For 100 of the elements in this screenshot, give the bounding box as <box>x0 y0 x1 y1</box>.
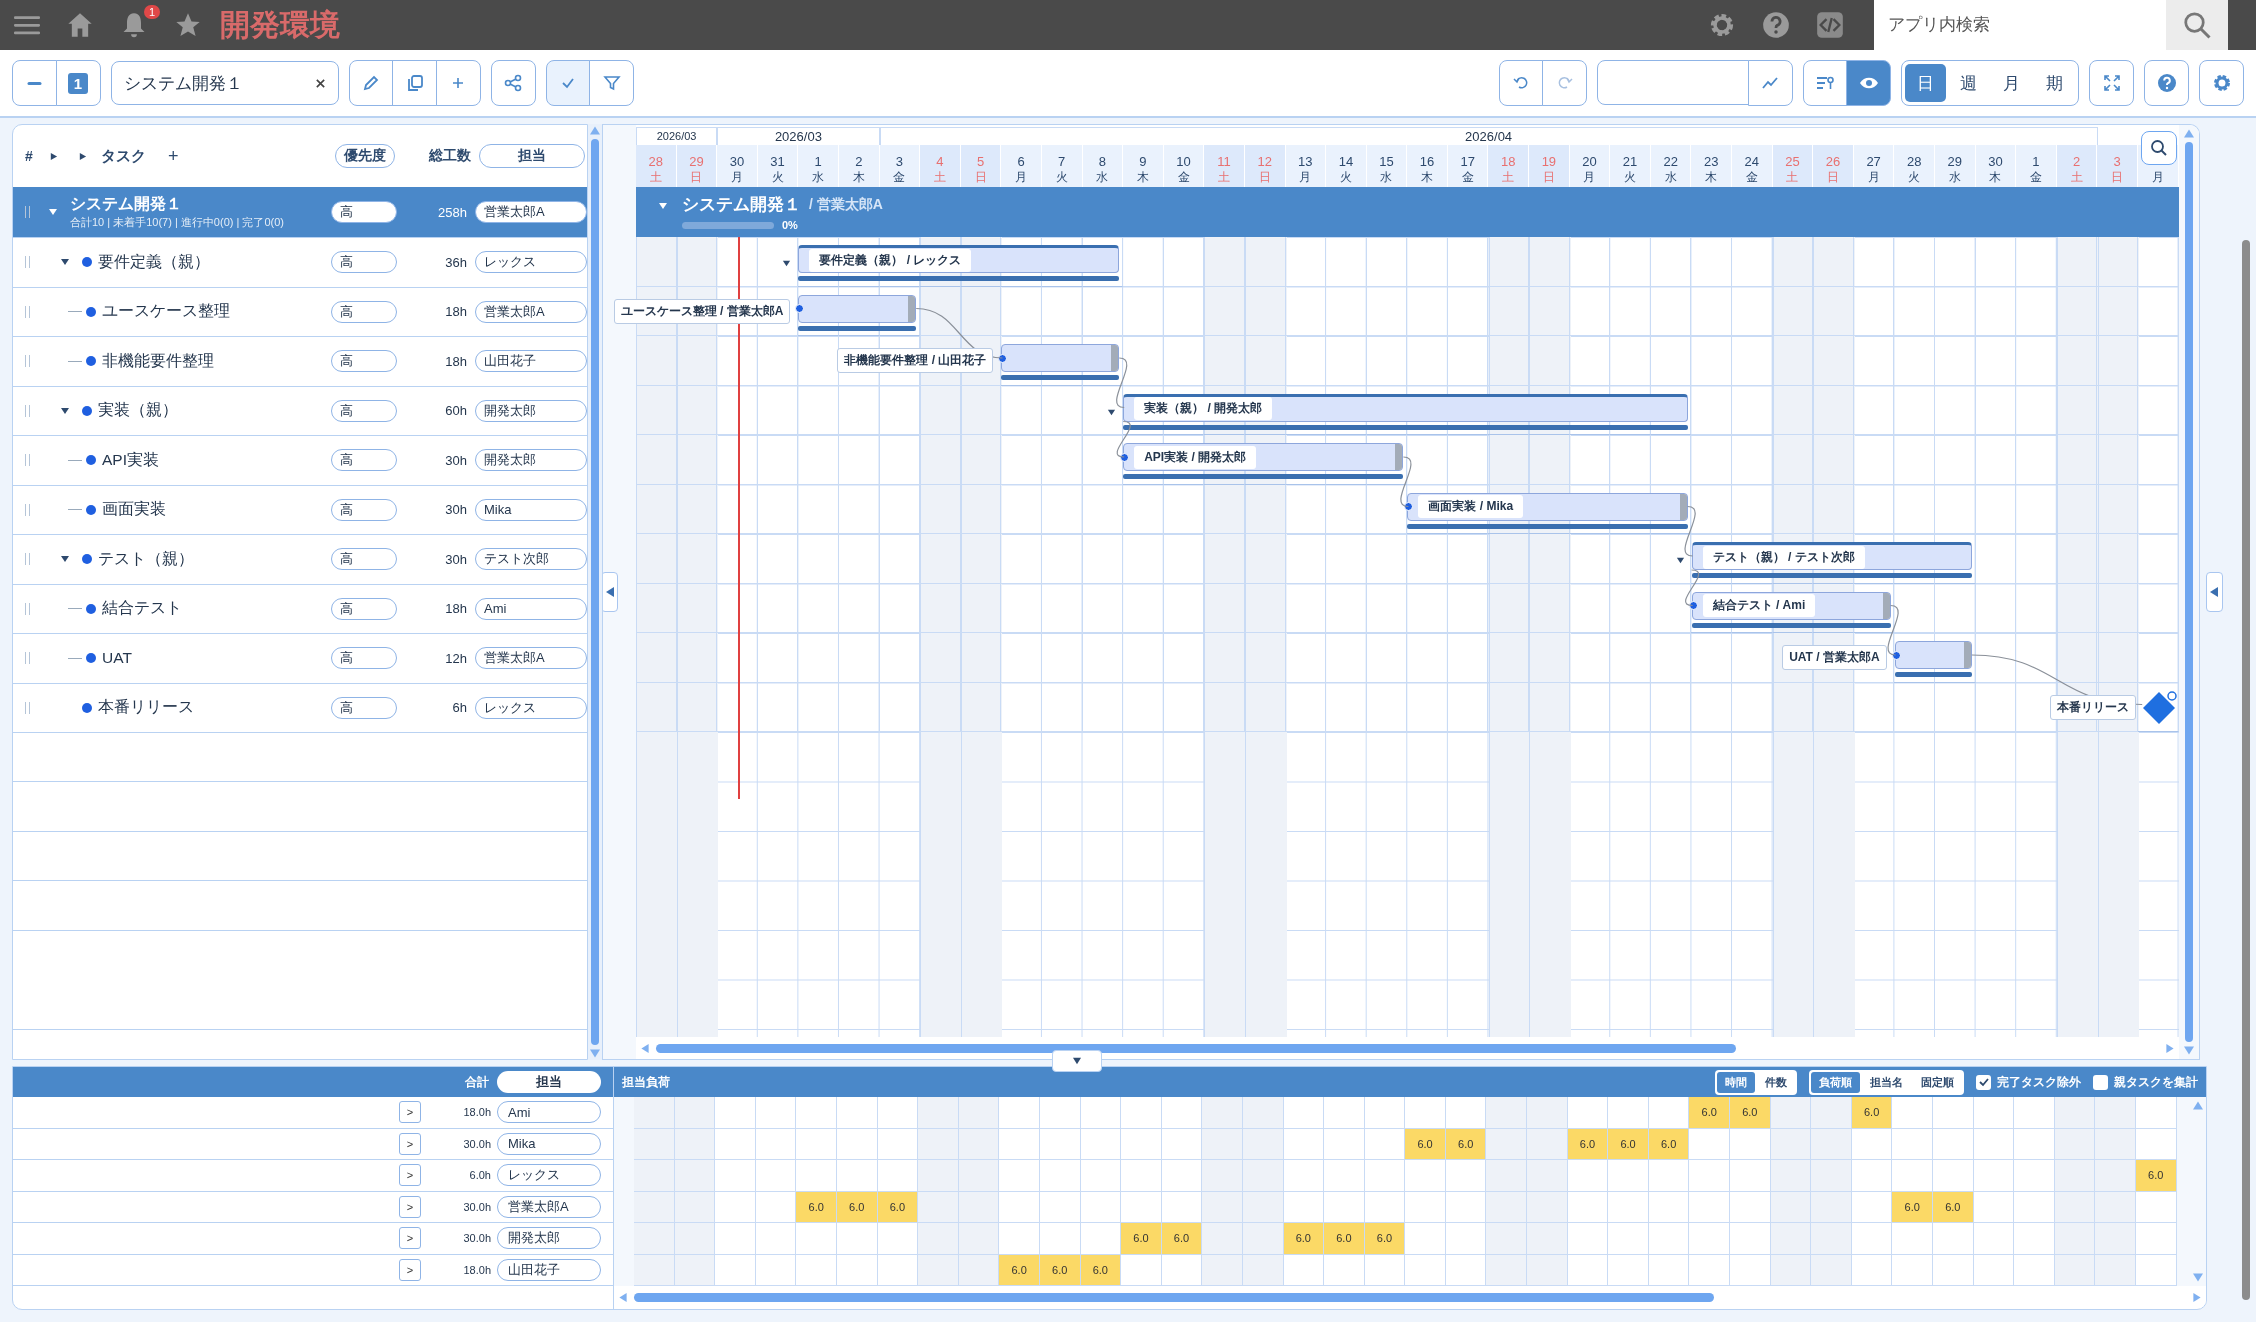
priority-pill[interactable]: 高 <box>331 251 397 274</box>
drag-handle[interactable] <box>25 553 30 566</box>
add-task-button[interactable]: + <box>168 145 179 167</box>
scroll-left-icon[interactable] <box>618 1292 628 1302</box>
assignee-pill[interactable]: Ami <box>475 597 587 620</box>
scroll-right-icon[interactable] <box>2192 1292 2202 1302</box>
split-toggle-button[interactable] <box>1052 1050 1102 1072</box>
settings-icon[interactable] <box>1708 11 1736 39</box>
task-bar[interactable]: 実装（親） / 開発太郎 <box>1123 393 1688 422</box>
collapse-icon[interactable] <box>1107 407 1117 417</box>
checkbox-label[interactable]: 親タスクを集計 <box>2114 1073 2198 1091</box>
link-handle[interactable] <box>795 304 805 313</box>
link-handle[interactable] <box>1891 650 1901 660</box>
task-bar[interactable] <box>798 294 917 323</box>
scrollbar[interactable] <box>2184 142 2193 1042</box>
drag-handle[interactable] <box>25 454 30 467</box>
project-field[interactable]: システム開発１ <box>110 61 339 105</box>
priority-pill[interactable]: 高 <box>331 696 397 719</box>
link-handle[interactable] <box>1688 601 1698 610</box>
task-name[interactable]: テスト（親） <box>98 548 194 570</box>
collapse-icon[interactable] <box>1675 556 1685 565</box>
assignee-pill[interactable]: 開発太郎 <box>475 399 587 422</box>
priority-pill[interactable]: 高 <box>331 449 397 472</box>
task-name[interactable]: 非機能要件整理 <box>102 350 214 372</box>
resize-handle[interactable] <box>1679 493 1687 520</box>
drag-handle[interactable] <box>25 602 30 615</box>
scroll-left-icon[interactable] <box>640 1043 650 1053</box>
priority-pill[interactable]: 高 <box>331 300 397 323</box>
chart-button[interactable] <box>1747 60 1793 106</box>
expand-icon[interactable] <box>49 151 58 161</box>
expand-button[interactable]: > <box>399 1227 421 1250</box>
scroll-up-icon[interactable] <box>590 126 600 135</box>
drag-handle[interactable] <box>25 652 30 665</box>
drag-handle[interactable] <box>25 206 30 218</box>
add-button[interactable] <box>435 60 481 106</box>
assignee-pill[interactable]: 開発太郎 <box>475 449 587 472</box>
drag-handle[interactable] <box>25 404 30 417</box>
unit-toggle[interactable]: 時間 <box>1717 1071 1755 1093</box>
task-bar[interactable]: 要件定義（親） / レックス <box>798 245 1120 273</box>
resize-handle[interactable] <box>1111 345 1119 371</box>
expand-button[interactable]: > <box>399 1164 421 1187</box>
expand-button[interactable]: > <box>399 1195 421 1218</box>
assignee-pill[interactable]: 営業太郎A <box>475 300 587 323</box>
drag-handle[interactable] <box>25 701 30 714</box>
task-name[interactable]: ユースケース整理 <box>102 301 230 323</box>
scroll-up-icon[interactable] <box>2183 129 2194 138</box>
link-handle[interactable] <box>998 353 1008 363</box>
link-handle[interactable] <box>1120 452 1130 462</box>
drag-handle[interactable] <box>25 256 30 269</box>
scroll-up-icon[interactable] <box>2193 1101 2203 1110</box>
project-row[interactable]: システム開発１ 合計10 | 未着手10(7) | 進行中0(0) | 完了0(0) 高 258h 営業太郎A <box>13 187 587 238</box>
text-field[interactable] <box>1597 60 1749 105</box>
drag-handle[interactable] <box>25 503 30 516</box>
task-name[interactable]: 要件定義（親） <box>98 251 210 273</box>
resize-handle[interactable] <box>1395 444 1403 470</box>
scale-tab[interactable]: 日 <box>1905 64 1946 102</box>
task-name[interactable]: API実装 <box>102 449 159 471</box>
scrollbar[interactable] <box>656 1043 1736 1053</box>
expand-panel-button[interactable] <box>2205 572 2223 612</box>
visibility-button[interactable] <box>1846 60 1891 106</box>
scrollbar[interactable] <box>634 1292 1714 1302</box>
help-icon[interactable] <box>1762 11 1790 39</box>
task-name[interactable]: 画面実装 <box>102 499 166 521</box>
project-bar[interactable]: システム開発１ / 営業太郎A 0% <box>636 187 2179 237</box>
task-name[interactable]: 結合テスト <box>102 598 182 620</box>
scroll-down-icon[interactable] <box>2193 1273 2203 1282</box>
task-bar[interactable]: API実装 / 開発太郎 <box>1123 443 1404 471</box>
resize-handle[interactable] <box>1963 642 1971 668</box>
link-handle[interactable] <box>1404 502 1414 511</box>
scroll-down-icon[interactable] <box>2183 1046 2194 1055</box>
checkbox[interactable] <box>2093 1074 2108 1090</box>
fullscreen-button[interactable] <box>2089 60 2134 106</box>
scroll-right-icon[interactable] <box>2164 1043 2175 1053</box>
redo-button[interactable] <box>1542 60 1587 106</box>
edit-button[interactable] <box>348 60 394 106</box>
collapse-all-button[interactable] <box>12 60 57 106</box>
share-button[interactable] <box>490 60 536 106</box>
assignee-pill[interactable]: 営業太郎A <box>475 201 587 223</box>
code-icon[interactable] <box>1816 11 1844 39</box>
assignee-pill[interactable]: レックス <box>475 696 587 719</box>
expand-button[interactable]: > <box>399 1258 421 1281</box>
expand-button[interactable]: > <box>399 1101 421 1124</box>
resize-handle[interactable] <box>908 295 916 322</box>
undo-button[interactable] <box>1498 60 1544 106</box>
priority-pill[interactable]: 高 <box>331 597 397 620</box>
expand-icon[interactable] <box>78 151 87 161</box>
collapse-icon[interactable] <box>782 259 792 268</box>
search-button[interactable] <box>2166 0 2228 50</box>
task-name[interactable]: 実装（親） <box>98 400 178 422</box>
scroll-down-icon[interactable] <box>590 1049 600 1058</box>
assignee-header[interactable]: 担当 <box>497 1071 601 1093</box>
task-name[interactable]: UAT <box>102 649 132 668</box>
drag-handle[interactable] <box>25 355 30 368</box>
filter-button[interactable] <box>589 60 634 106</box>
expand-button[interactable]: > <box>399 1132 421 1155</box>
collapse-icon[interactable] <box>60 405 70 416</box>
settings-button[interactable] <box>2199 60 2244 106</box>
priority-pill[interactable]: 高 <box>331 498 397 521</box>
priority-pill[interactable]: 高 <box>331 201 397 223</box>
assignee-pill[interactable]: Mika <box>475 498 587 521</box>
